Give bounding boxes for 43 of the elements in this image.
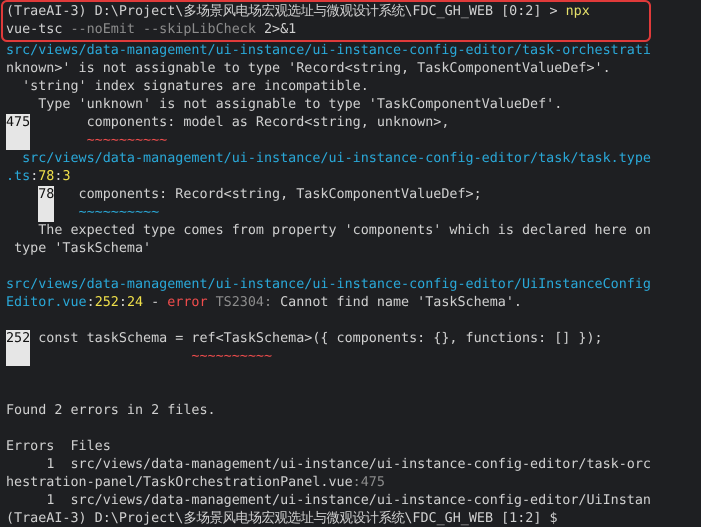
file-path: src/views/data-management/ui-instance/ui-instance-config-editor/UiInstanceConfig bbox=[6, 277, 651, 292]
output-text: - bbox=[151, 295, 160, 310]
option-text: :475 bbox=[352, 475, 385, 490]
output-text: : bbox=[30, 169, 38, 184]
output-text: nknown>' is not assignable to type 'Record<string, TaskComponentValueDef>'. bbox=[6, 61, 611, 76]
output-text: Cannot find name 'TaskSchema'. bbox=[280, 295, 522, 310]
output-text: : bbox=[118, 295, 127, 310]
error-underline: ~~~~~~~~~~ bbox=[191, 349, 272, 364]
line-number: 252 bbox=[6, 330, 30, 348]
output-text: Errors Files bbox=[6, 439, 111, 454]
output-text: components: Record<string, TaskComponentValueDef>; bbox=[78, 187, 482, 202]
output-text: : bbox=[86, 295, 95, 310]
info-underline: ~~~~~~~~~~ bbox=[78, 205, 160, 220]
output-text: 1 src/views/data-management/ui-instance/ui-instance-config-editor/UiInstan bbox=[46, 493, 651, 508]
location-number: 78 bbox=[38, 169, 54, 184]
output-text: The expected type comes from property 'components' which is declared here on bbox=[38, 223, 651, 238]
file-path: src/views/data-management/ui-instance/ui-instance-config-editor/task-orchestrati bbox=[6, 43, 651, 58]
output-text: components: model as Record<string, unknown>, bbox=[86, 115, 450, 130]
option-text: --noEmit --skipLibCheck bbox=[70, 22, 256, 37]
file-path: Editor.vue bbox=[6, 295, 87, 310]
output-text: : bbox=[54, 169, 62, 184]
output-text: 2>&1 bbox=[264, 22, 296, 37]
error-underline: ~~~~~~~~~~ bbox=[86, 133, 168, 148]
output-text: hestration-panel/TaskOrchestrationPanel.vue bbox=[6, 475, 353, 490]
location-number: 24 bbox=[126, 295, 144, 310]
output-text: Found 2 errors in 2 files. bbox=[6, 403, 216, 418]
line-number: 78 bbox=[38, 186, 54, 204]
output-text: const taskSchema = ref<TaskSchema>({ components: {}, functions: [] }); bbox=[38, 331, 603, 346]
output-text: type 'TaskSchema' bbox=[14, 241, 152, 256]
file-path: .ts bbox=[6, 169, 30, 184]
output-text: (TraeAI-3) D:\Project\多场景风电场宏观选址与微观设计系统\FDC_GH_WEB [1:2] $ bbox=[6, 511, 558, 526]
file-path: src/views/data-management/ui-instance/ui-instance-config-editor/task/task.type bbox=[22, 151, 651, 166]
error-label: error bbox=[167, 295, 208, 310]
command-text: npx bbox=[566, 4, 590, 19]
output-text: Type 'unknown' is not assignable to type 'TaskComponentValueDef'. bbox=[38, 97, 562, 112]
location-number: 3 bbox=[62, 169, 70, 184]
output-text: (TraeAI-3) D:\Project\多场景风电场宏观选址与微观设计系统\FDC_GH_WEB [0:2] > bbox=[6, 4, 559, 19]
option-text: TS2304: bbox=[216, 295, 272, 310]
line-number: 475 bbox=[6, 114, 30, 132]
location-number: 252 bbox=[94, 295, 119, 310]
output-text: 1 src/views/data-management/ui-instance/ui-instance-config-editor/task-orc bbox=[46, 457, 651, 472]
output-text: vue-tsc bbox=[6, 22, 62, 37]
output-text: 'string' index signatures are incompatible. bbox=[22, 79, 369, 94]
